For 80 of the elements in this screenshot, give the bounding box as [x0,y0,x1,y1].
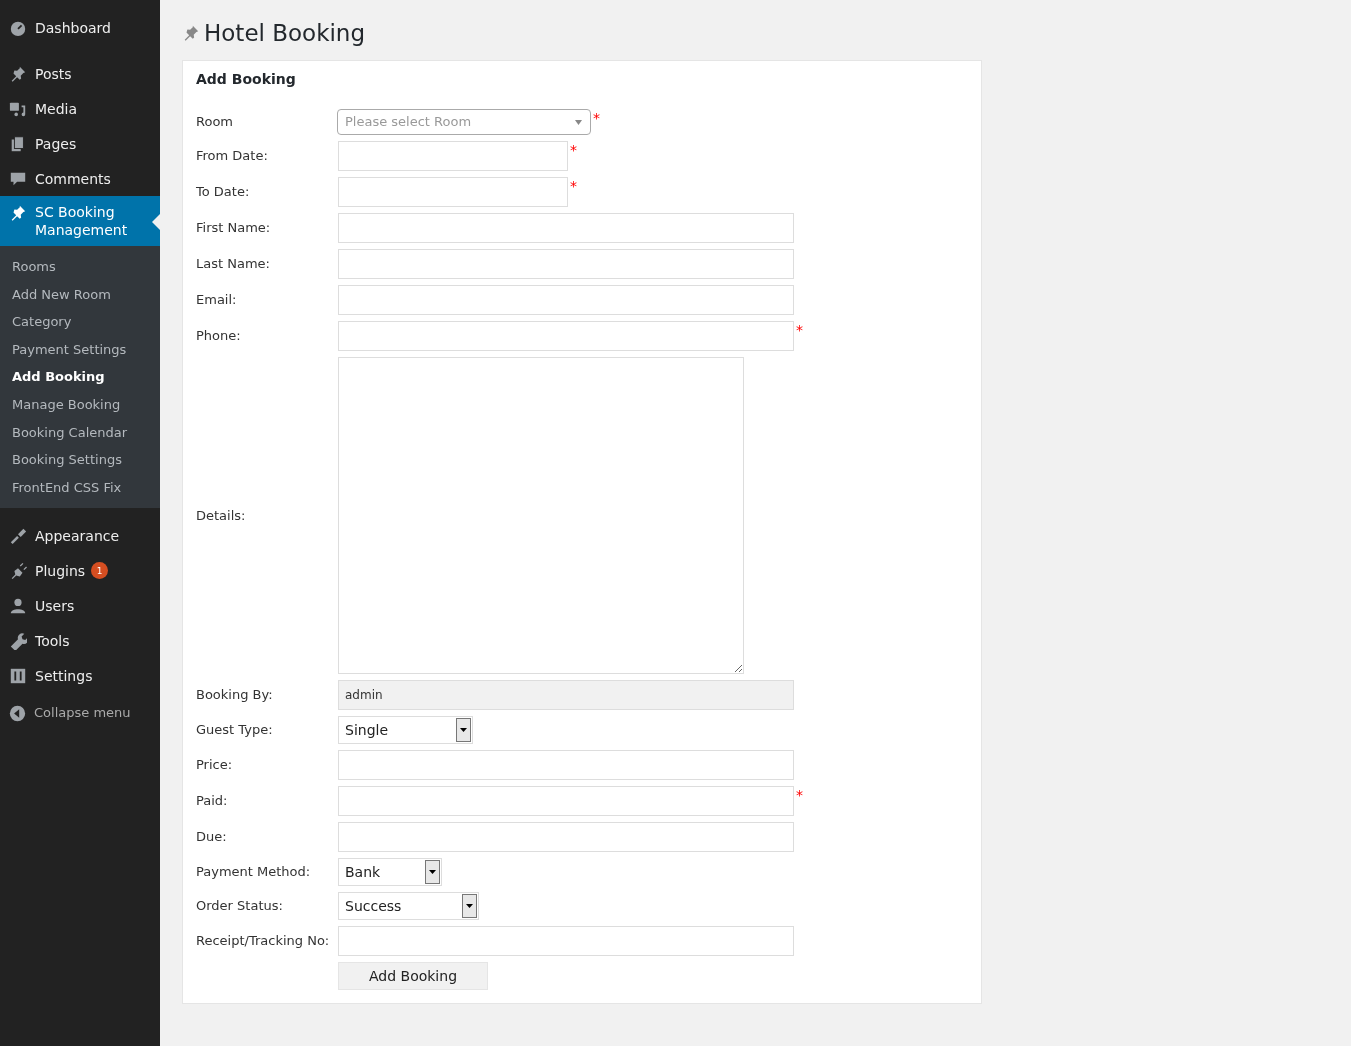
field-label: From Date: [196,147,269,166]
required-asterisk: * [796,323,803,337]
text-field[interactable] [338,285,794,315]
submenu-item[interactable]: Rooms [0,253,160,281]
gauge-icon [9,19,27,37]
dropdown-select[interactable]: Bank [338,858,442,886]
pages-icon [9,135,27,153]
menu-item[interactable]: SC Booking Management [0,196,160,246]
text-field[interactable] [338,321,794,351]
dropdown-button[interactable] [456,718,471,742]
brush-icon [9,527,27,546]
field-label: Last Name: [196,255,271,274]
collapse-menu-button[interactable]: Collapse menu [0,695,160,731]
text-field[interactable] [338,141,568,171]
readonly-field[interactable]: admin [338,680,794,710]
text-field[interactable] [338,177,568,207]
pin-icon [9,65,27,83]
pin-icon [9,204,27,222]
field-label: Room [196,113,235,132]
menu-item[interactable]: Pages [0,126,160,161]
details-textarea[interactable] [338,357,744,674]
required-asterisk: * [593,111,600,125]
field-label: Paid: [196,792,229,811]
dropdown-button[interactable] [425,860,440,884]
submenu-item[interactable]: Manage Booking [0,390,160,419]
field-label: Order Status: [196,897,284,916]
menu-item[interactable]: Users [0,588,160,624]
caret-icon [575,120,582,125]
submenu-item[interactable]: Add New Room [0,280,160,309]
menu-item[interactable]: Settings [0,658,160,694]
field-label: Guest Type: [196,721,274,740]
submenu-item[interactable]: Category [0,308,160,336]
required-asterisk: * [796,788,803,802]
required-asterisk: * [570,143,577,157]
field-label: Price: [196,756,234,775]
dropdown-select[interactable]: Single [338,716,473,744]
submenu-item[interactable]: Booking Calendar [0,418,160,447]
plug-icon [9,562,27,581]
text-field[interactable] [338,926,794,956]
field-label: Email: [196,291,238,310]
required-asterisk: * [570,179,577,193]
current-pointer [152,214,160,230]
field-label: First Name: [196,219,272,238]
dropdown-select[interactable]: Success [338,892,479,920]
menu-item[interactable]: Appearance [0,518,160,554]
person-icon [9,597,27,616]
menu-item[interactable]: Media [0,91,160,126]
submenu-item[interactable]: Add Booking [0,363,160,391]
text-field[interactable] [338,786,794,816]
field-label: Receipt/Tracking No: [196,932,331,951]
text-field[interactable] [338,822,794,852]
update-count-badge: 1 [91,562,109,580]
pin-icon [182,24,200,42]
panel-title: Add Booking [196,70,297,89]
field-label: Due: [196,828,228,847]
media-icon [9,100,27,118]
field-label: Details: [196,506,247,525]
wrench-icon [9,632,27,651]
menu-item[interactable]: Comments [0,161,160,196]
field-label: Booking By: [196,686,274,705]
caret-icon [429,870,436,874]
dropdown-button[interactable] [462,894,477,918]
menu-item[interactable]: Tools [0,623,160,659]
field-label: Payment Method: [196,863,312,882]
caret-icon [460,728,467,732]
submenu-item[interactable]: FrontEnd CSS Fix [0,473,160,502]
menu-item[interactable]: Plugins 1 [0,553,160,589]
caret-icon [466,904,473,908]
sliders-icon [9,667,27,686]
menu-item[interactable]: Dashboard [0,10,160,45]
submenu-item[interactable]: Payment Settings [0,335,160,364]
field-label: To Date: [196,183,251,202]
field-label: Phone: [196,327,242,346]
submenu-item[interactable]: Booking Settings [0,446,160,474]
text-field[interactable] [338,213,794,243]
text-field[interactable] [338,249,794,279]
text-field[interactable] [338,750,794,780]
add-booking-button[interactable]: Add Booking [338,962,488,990]
page-title: Hotel Booking [204,18,366,48]
menu-item[interactable]: Posts [0,56,160,91]
